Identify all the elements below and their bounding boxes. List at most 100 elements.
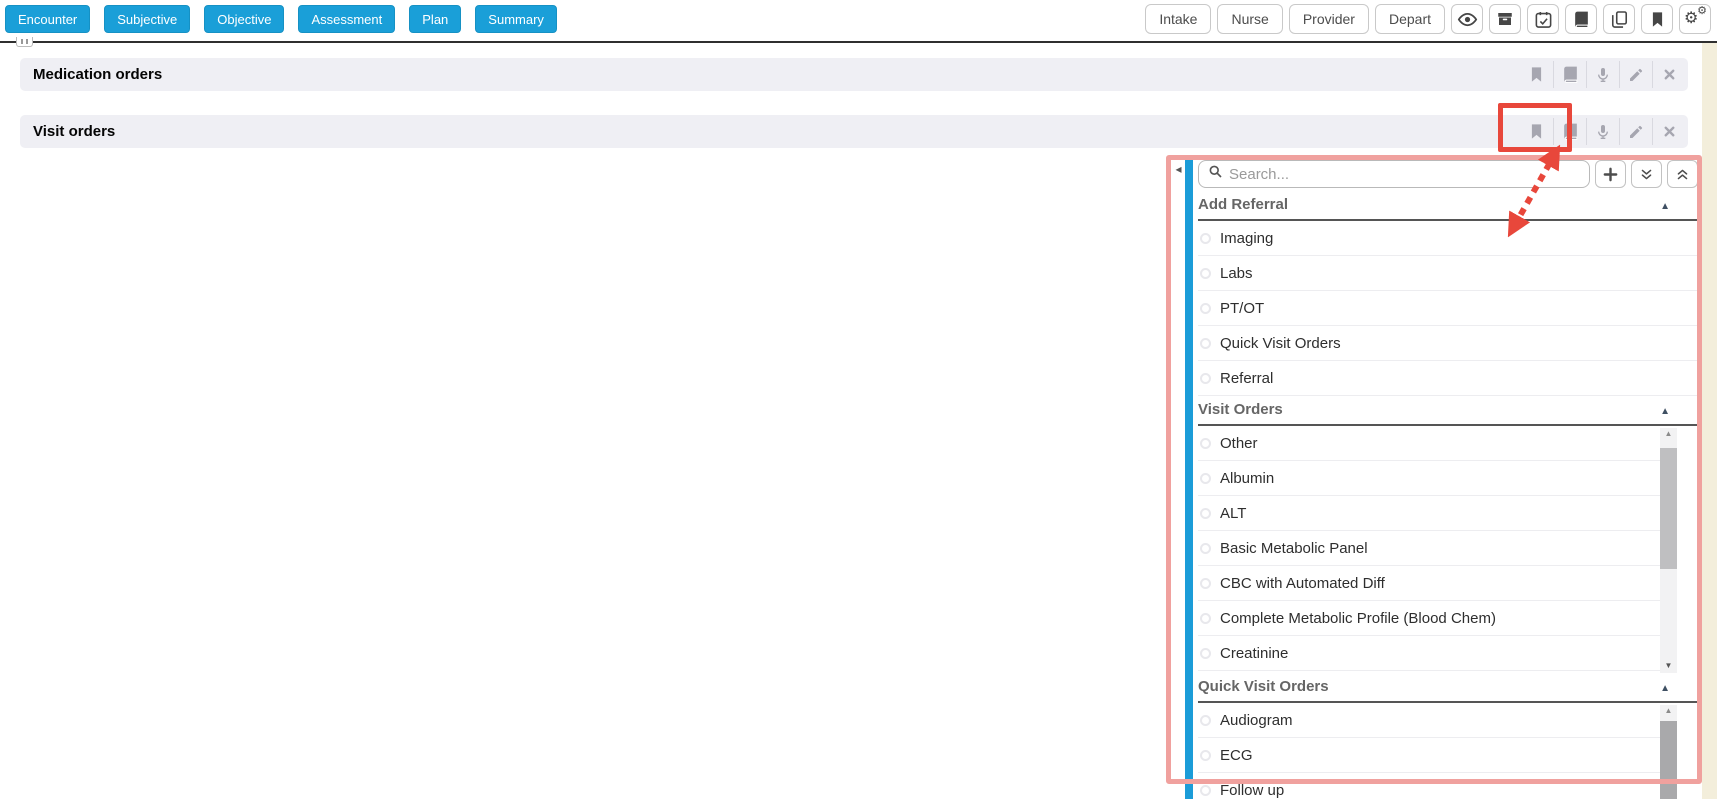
eye-icon xyxy=(1457,9,1478,30)
radio-circle-icon xyxy=(1200,338,1211,349)
order-item-albumin[interactable]: Albumin xyxy=(1198,461,1677,496)
intake-button[interactable]: Intake xyxy=(1145,4,1211,34)
order-item-follow-up[interactable]: Follow up xyxy=(1198,773,1677,799)
visit-orders-book-button[interactable] xyxy=(1553,118,1586,145)
tab-encounter[interactable]: Encounter xyxy=(5,5,90,33)
copy-icon xyxy=(1610,10,1629,29)
visit-orders-close-button[interactable] xyxy=(1652,118,1685,145)
medication-orders-close-button[interactable] xyxy=(1652,61,1685,88)
group-title: Add Referral xyxy=(1198,196,1288,213)
radio-circle-icon xyxy=(1200,578,1211,589)
scroll-down-arrow-icon[interactable]: ▼ xyxy=(1660,662,1677,670)
gears-button[interactable]: ⚙⚙ xyxy=(1679,4,1711,34)
medication-orders-bookmark-button[interactable] xyxy=(1520,61,1553,88)
panel-body: Add Referral ▲ ImagingLabs PT/OT Quick Visit… xyxy=(1193,156,1700,799)
radio-circle-icon xyxy=(1200,750,1211,761)
tab-plan[interactable]: Plan xyxy=(409,5,461,33)
group-list-quick-visit-orders: Audiogram ECG Follow up ▲ xyxy=(1198,703,1698,799)
pencil-icon xyxy=(1628,124,1644,140)
scroll-up-arrow-icon[interactable]: ▲ xyxy=(1660,707,1677,715)
search-icon xyxy=(1208,164,1223,184)
chevrons-down-button[interactable] xyxy=(1631,160,1662,188)
calendar-check-button[interactable] xyxy=(1527,4,1559,34)
toolbar-right-group: IntakeNurseProviderDepart ⚙⚙ xyxy=(1145,4,1711,34)
medication-orders-pencil-button[interactable] xyxy=(1619,61,1652,88)
collapse-caret-icon[interactable]: ▲ xyxy=(1660,683,1670,694)
order-item-complete-metabolic-profile-blood-chem[interactable]: Complete Metabolic Profile (Blood Chem) xyxy=(1198,601,1677,636)
order-item-basic-metabolic-panel[interactable]: Basic Metabolic Panel xyxy=(1198,531,1677,566)
section-title: Medication orders xyxy=(33,66,162,83)
scrollbar-thumb[interactable] xyxy=(1660,721,1677,799)
plus-icon xyxy=(1602,166,1619,183)
order-item-alt[interactable]: ALT xyxy=(1198,496,1677,531)
order-item-label: Audiogram xyxy=(1220,712,1293,729)
tab-assessment[interactable]: Assessment xyxy=(298,5,395,33)
eye-button[interactable] xyxy=(1451,4,1483,34)
nurse-button[interactable]: Nurse xyxy=(1217,4,1282,34)
scrollbar[interactable]: ▲ xyxy=(1660,705,1677,799)
order-item-creatinine[interactable]: Creatinine xyxy=(1198,636,1677,671)
orders-dropdown-panel: ◂ Add Referral ▲ ImagingLabs PT/OT Quick Vis… xyxy=(1172,156,1700,799)
radio-circle-icon xyxy=(1200,303,1211,314)
order-item-ecg[interactable]: ECG xyxy=(1198,738,1677,773)
scrollbar-thumb[interactable] xyxy=(1660,448,1677,569)
gears-icon: ⚙⚙ xyxy=(1684,8,1706,30)
group-header-add-referral[interactable]: Add Referral ▲ xyxy=(1198,196,1698,221)
order-item-labs[interactable]: Labs xyxy=(1198,256,1698,291)
group-header-quick-visit-orders[interactable]: Quick Visit Orders▲ xyxy=(1198,678,1698,703)
radio-circle-icon xyxy=(1200,438,1211,449)
tab-subjective[interactable]: Subjective xyxy=(104,5,190,33)
order-item-label: PT/OT xyxy=(1220,300,1264,317)
chart-tabs: Encounter Subjective Objective Assessment Pl… xyxy=(5,5,557,33)
bookmark-icon xyxy=(1649,11,1666,28)
chevrons-down-icon xyxy=(1639,167,1654,182)
order-item-label: CBC with Automated Diff xyxy=(1220,575,1385,592)
chevrons-up-icon xyxy=(1675,167,1690,182)
microphone-icon xyxy=(1595,124,1611,140)
archive-icon xyxy=(1496,10,1514,28)
archive-button[interactable] xyxy=(1489,4,1521,34)
top-toolbar: Encounter Subjective Objective Assessment Pl… xyxy=(0,0,1717,43)
radio-circle-icon xyxy=(1200,785,1211,796)
provider-button[interactable]: Provider xyxy=(1289,4,1369,34)
collapse-caret-icon[interactable]: ▲ xyxy=(1660,406,1670,417)
copy-button[interactable] xyxy=(1603,4,1635,34)
visit-orders-pencil-button[interactable] xyxy=(1619,118,1652,145)
order-item-other[interactable]: Other xyxy=(1198,426,1677,461)
panel-action-buttons xyxy=(1595,160,1698,188)
order-item-referral[interactable]: Referral xyxy=(1198,361,1698,396)
order-item-imaging[interactable]: Imaging xyxy=(1198,221,1698,256)
order-item-cbc-with-automated-diff[interactable]: CBC with Automated Diff xyxy=(1198,566,1677,601)
book-icon xyxy=(1572,10,1591,29)
group-header-visit-orders[interactable]: Visit Orders▲ xyxy=(1198,401,1698,426)
scrollbar[interactable]: ▲▼ xyxy=(1660,428,1677,673)
order-item-quick-visit-orders[interactable]: Quick Visit Orders xyxy=(1198,326,1698,361)
close-icon xyxy=(1662,67,1677,82)
tab-summary[interactable]: Summary xyxy=(475,5,557,33)
group-list-add-referral: ImagingLabs PT/OT Quick Visit OrdersReferr… xyxy=(1198,221,1698,396)
order-item-label: Follow up xyxy=(1220,782,1284,799)
chevrons-up-button[interactable] xyxy=(1667,160,1698,188)
panel-collapse-handle[interactable]: ◂ xyxy=(1172,156,1185,799)
order-item-audiogram[interactable]: Audiogram xyxy=(1198,703,1677,738)
radio-circle-icon xyxy=(1200,613,1211,624)
add-order-button[interactable] xyxy=(1595,160,1626,188)
medication-orders-book-button[interactable] xyxy=(1553,61,1586,88)
medication-orders-microphone-button[interactable] xyxy=(1586,61,1619,88)
depart-button[interactable]: Depart xyxy=(1375,4,1445,34)
scroll-up-arrow-icon[interactable]: ▲ xyxy=(1660,430,1677,438)
section-bar-visit-orders: Visit orders xyxy=(20,115,1688,148)
collapse-caret-icon[interactable]: ▲ xyxy=(1660,201,1670,212)
pencil-icon xyxy=(1628,67,1644,83)
order-item-label: Creatinine xyxy=(1220,645,1288,662)
search-input[interactable] xyxy=(1229,166,1580,183)
order-item-pt-ot[interactable]: PT/OT xyxy=(1198,291,1698,326)
group-list-visit-orders: Other AlbuminALT Basic Metabolic Panel CBC … xyxy=(1198,426,1698,673)
visit-orders-microphone-button[interactable] xyxy=(1586,118,1619,145)
visit-orders-bookmark-button[interactable] xyxy=(1520,118,1553,145)
bookmark-button[interactable] xyxy=(1641,4,1673,34)
book-button[interactable] xyxy=(1565,4,1597,34)
tab-objective[interactable]: Objective xyxy=(204,5,284,33)
order-item-label: Basic Metabolic Panel xyxy=(1220,540,1368,557)
order-item-label: Other xyxy=(1220,435,1258,452)
